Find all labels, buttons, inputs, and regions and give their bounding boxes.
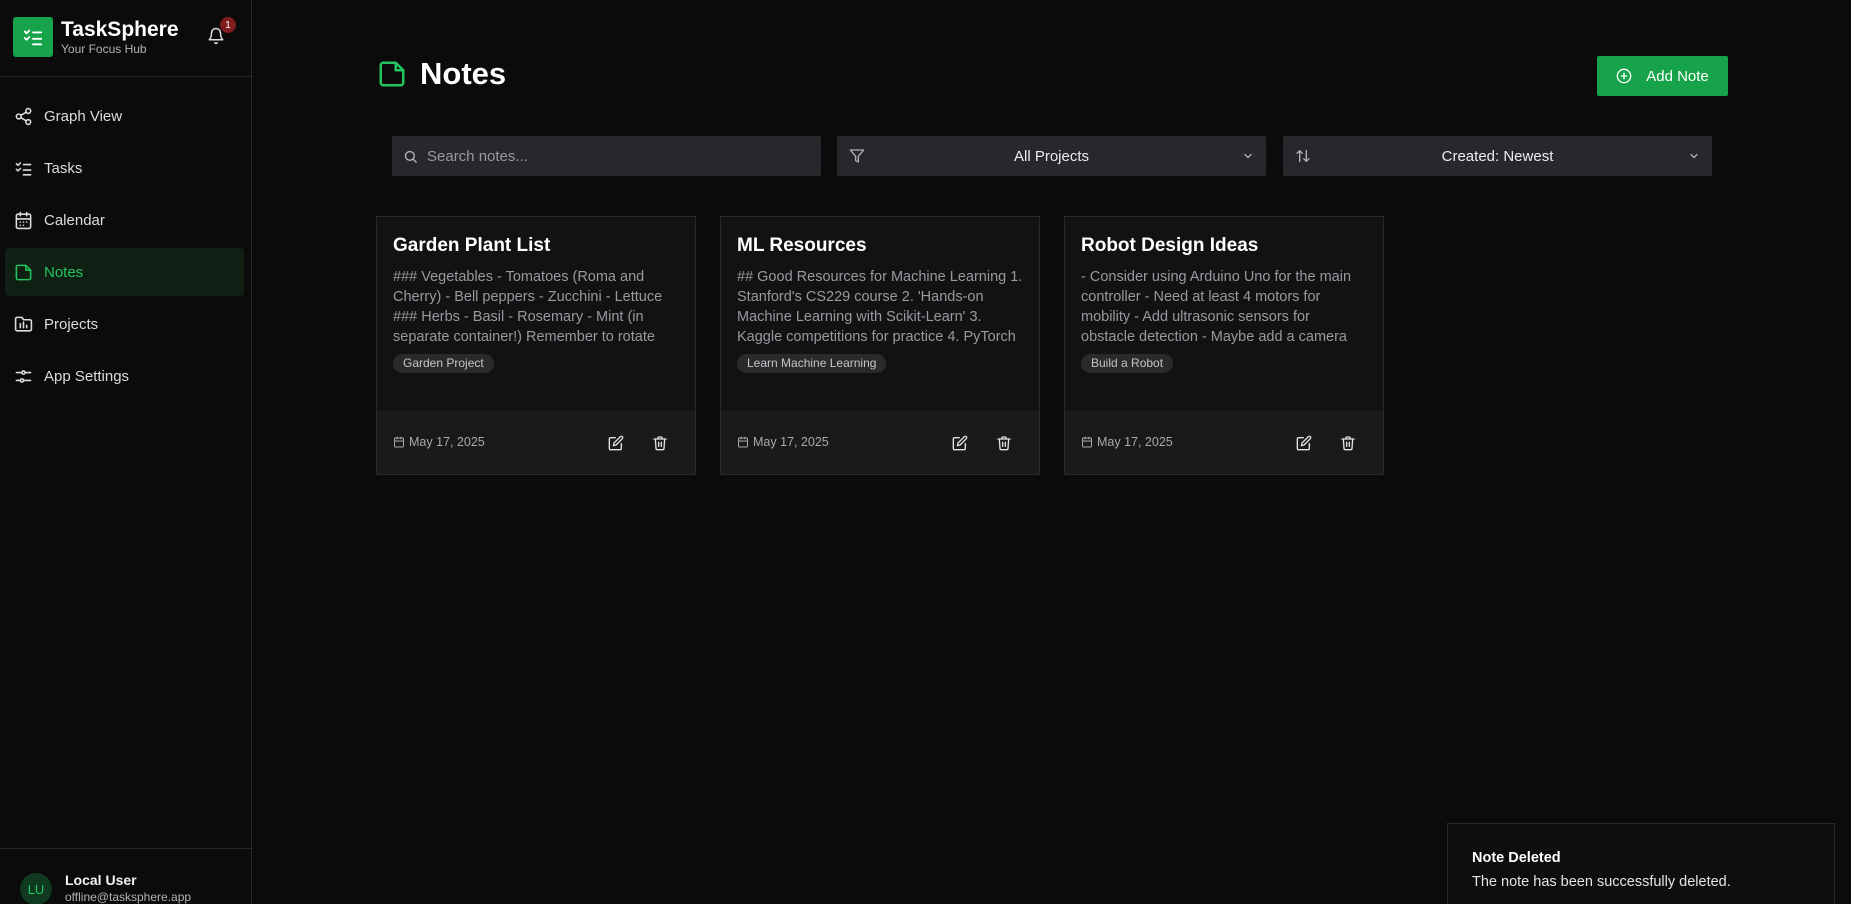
sidebar-item-tasks[interactable]: Tasks: [5, 144, 244, 192]
note-icon: [379, 61, 405, 87]
project-tag: Learn Machine Learning: [737, 354, 887, 373]
sidebar-divider: [0, 76, 252, 77]
app-name: TaskSphere: [61, 18, 179, 41]
app-root: TaskSphere Your Focus Hub 1 Graph View T…: [0, 0, 1851, 904]
sort-arrows-icon: [1296, 150, 1310, 162]
note-card[interactable]: Robot Design Ideas - Consider using Ardu…: [1064, 216, 1384, 475]
note-preview: ## Good Resources for Machine Learning 1…: [737, 269, 1023, 345]
search-input[interactable]: [427, 147, 807, 165]
trash-icon: [653, 436, 667, 451]
note-date: May 17, 2025: [1081, 435, 1173, 449]
share-nodes-icon: [15, 107, 32, 125]
edit-note-button[interactable]: [606, 433, 626, 453]
chevron-down-icon: [1244, 153, 1252, 159]
sidebar-item-label: Graph View: [44, 107, 123, 125]
toast-notification: Note Deleted The note has been successfu…: [1447, 823, 1835, 904]
calendar-icon: [15, 211, 32, 229]
note-title: Garden Plant List: [393, 235, 551, 256]
edit-note-button[interactable]: [950, 433, 970, 453]
sidebar-item-label: Calendar: [44, 211, 105, 229]
delete-note-button[interactable]: [650, 433, 670, 453]
search-icon: [404, 150, 417, 163]
avatar: LU: [20, 873, 52, 904]
filter-icon: [849, 149, 865, 163]
note-date-text: May 17, 2025: [409, 435, 485, 449]
sidebar-nav: Graph View Tasks Calendar Notes Projects…: [5, 92, 244, 404]
add-note-button[interactable]: Add Note: [1597, 56, 1728, 96]
delete-note-button[interactable]: [994, 433, 1014, 453]
sliders-icon: [15, 369, 32, 383]
checklist-icon: [15, 161, 32, 176]
sidebar-item-label: App Settings: [44, 367, 130, 385]
edit-note-button[interactable]: [1294, 433, 1314, 453]
sidebar: TaskSphere Your Focus Hub 1 Graph View T…: [0, 0, 252, 904]
user-email: offline@tasksphere.app: [65, 890, 192, 904]
note-icon: [15, 264, 32, 280]
sidebar-item-label: Notes: [44, 263, 84, 281]
sidebar-item-graph-view[interactable]: Graph View: [5, 92, 244, 140]
page-header: Notes: [377, 56, 506, 92]
brand[interactable]: TaskSphere Your Focus Hub: [13, 16, 239, 58]
calendar-icon: [738, 436, 748, 448]
sort-value: Created: Newest: [1441, 147, 1554, 165]
note-card-footer: May 17, 2025: [721, 411, 1039, 474]
sidebar-item-app-settings[interactable]: App Settings: [5, 352, 244, 400]
trash-icon: [1341, 436, 1355, 451]
calendar-icon: [394, 436, 404, 448]
user-name: Local User: [65, 872, 137, 888]
sidebar-item-notes[interactable]: Notes: [5, 248, 244, 296]
notification-count-badge: 1: [220, 17, 236, 33]
project-tag: Garden Project: [393, 354, 494, 373]
note-card[interactable]: Garden Plant List ### Vegetables - Tomat…: [376, 216, 696, 475]
note-title: ML Resources: [737, 235, 867, 256]
sidebar-item-calendar[interactable]: Calendar: [5, 196, 244, 244]
note-title: Robot Design Ideas: [1081, 235, 1259, 256]
note-card-footer: May 17, 2025: [1065, 411, 1383, 474]
sidebar-item-projects[interactable]: Projects: [5, 300, 244, 348]
sort-select[interactable]: Created: Newest: [1283, 136, 1712, 176]
project-filter-select[interactable]: All Projects: [837, 136, 1266, 176]
trash-icon: [997, 436, 1011, 451]
project-filter-value: All Projects: [1013, 147, 1090, 165]
app-tagline: Your Focus Hub: [61, 42, 147, 56]
edit-icon: [1296, 435, 1312, 451]
note-date: May 17, 2025: [737, 435, 829, 449]
sidebar-item-label: Tasks: [44, 159, 83, 177]
note-card[interactable]: ML Resources ## Good Resources for Machi…: [720, 216, 1040, 475]
project-tag: Build a Robot: [1081, 354, 1174, 373]
delete-note-button[interactable]: [1338, 433, 1358, 453]
app-logo-icon: [13, 17, 53, 57]
toast-title: Note Deleted: [1472, 850, 1561, 866]
chevron-down-icon: [1690, 153, 1698, 159]
calendar-icon: [1082, 436, 1092, 448]
note-preview: - Consider using Arduino Uno for the mai…: [1081, 269, 1352, 345]
toast-message: The note has been successfully deleted.: [1472, 874, 1731, 890]
user-profile[interactable]: LU Local User offline@tasksphere.app: [20, 872, 192, 904]
note-preview: ### Vegetables - Tomatoes (Roma and Cher…: [393, 269, 663, 345]
search-field: [392, 136, 821, 176]
note-date: May 17, 2025: [393, 435, 485, 449]
note-date-text: May 17, 2025: [1097, 435, 1173, 449]
page-title: Notes: [420, 56, 507, 91]
add-note-label: Add Note: [1646, 67, 1709, 85]
edit-icon: [952, 435, 968, 451]
note-card-footer: May 17, 2025: [377, 411, 695, 474]
sidebar-divider: [0, 848, 252, 849]
sidebar-item-label: Projects: [44, 315, 99, 333]
folder-chart-icon: [14, 316, 33, 332]
note-date-text: May 17, 2025: [753, 435, 829, 449]
edit-icon: [608, 435, 624, 451]
plus-circle-icon: [1616, 68, 1632, 84]
